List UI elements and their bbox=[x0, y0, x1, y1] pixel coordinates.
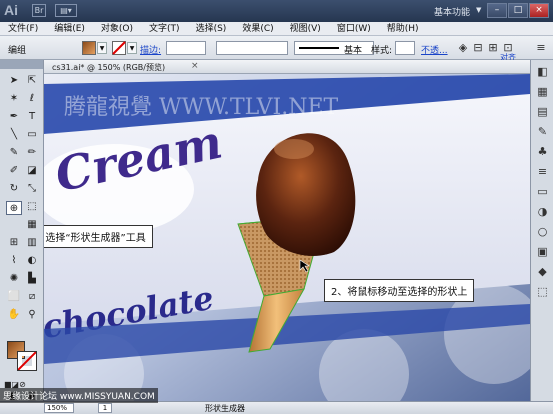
opacity-panel-link[interactable]: 不透... bbox=[421, 43, 448, 56]
layers-panel-icon[interactable]: ◆ bbox=[535, 264, 550, 279]
workspace-caret-icon[interactable]: ▼ bbox=[476, 6, 481, 14]
perspective-grid-tool-icon[interactable]: ▦ bbox=[24, 218, 40, 232]
artboard-tool-icon[interactable]: ⬜ bbox=[6, 290, 22, 304]
menu-file[interactable]: 文件(F) bbox=[0, 22, 46, 35]
menu-bar: 文件(F) 编辑(E) 对象(O) 文字(T) 选择(S) 效果(C) 视图(V… bbox=[0, 22, 553, 36]
graphic-style-field[interactable] bbox=[395, 41, 415, 55]
scale-tool-icon[interactable]: ⤡ bbox=[24, 182, 40, 196]
line-tool-icon[interactable]: ╲ bbox=[6, 128, 22, 142]
artboard-number-field[interactable]: 1 bbox=[98, 403, 112, 413]
no-stroke-icon bbox=[112, 41, 126, 55]
footer-watermark: 思缘设计论坛 www.MISSYUAN.COM bbox=[0, 388, 158, 403]
stroke-style-label: 基本 bbox=[344, 46, 363, 56]
menu-effect[interactable]: 效果(C) bbox=[234, 22, 281, 35]
shape-builder-tool-icon[interactable]: ⊕ bbox=[6, 201, 22, 215]
menu-type[interactable]: 文字(T) bbox=[141, 22, 188, 35]
pencil-tool-icon[interactable]: ✏ bbox=[24, 146, 40, 160]
type-tool-icon[interactable]: T bbox=[24, 110, 40, 124]
gradient-tool-icon[interactable]: ▥ bbox=[24, 236, 40, 250]
app-logo: Ai bbox=[4, 2, 18, 18]
stroke-preview-line bbox=[299, 47, 339, 49]
fill-dropdown-icon[interactable]: ▼ bbox=[97, 42, 107, 54]
bridge-button[interactable]: Br bbox=[32, 4, 46, 17]
document-tab-label: cs31.ai* @ 150% (RGB/预览) bbox=[52, 63, 166, 72]
rectangle-tool-icon[interactable]: ▭ bbox=[24, 128, 40, 142]
variable-width-field[interactable] bbox=[216, 41, 288, 55]
swatches-panel-icon[interactable]: ▤ bbox=[535, 104, 550, 119]
stroke-dropdown-icon[interactable]: ▼ bbox=[127, 42, 137, 54]
menu-view[interactable]: 视图(V) bbox=[282, 22, 329, 35]
magic-wand-tool-icon[interactable]: ✶ bbox=[6, 92, 22, 106]
brushes-panel-icon[interactable]: ✎ bbox=[535, 124, 550, 139]
eraser-tool-icon[interactable]: ◪ bbox=[24, 164, 40, 178]
selection-tool-icon[interactable]: ➤ bbox=[6, 74, 22, 88]
site-watermark: 腾龍視覺 WWW.TLVI.NET bbox=[64, 95, 339, 120]
panel-menu-icon[interactable]: ≡ bbox=[534, 41, 548, 55]
menu-window[interactable]: 窗口(W) bbox=[329, 22, 379, 35]
zoom-tool-icon[interactable]: ⚲ bbox=[24, 308, 40, 322]
maximize-button[interactable]: □ bbox=[508, 3, 528, 18]
artboards-panel-icon[interactable]: ⬚ bbox=[535, 284, 550, 299]
artboard-canvas[interactable]: Cream 腾龍視覺 WWW.TLVI.NET chocolate 1、选择“形… bbox=[44, 74, 530, 401]
callout-step-1: 1、选择“形状生成器”工具 bbox=[44, 225, 153, 248]
symbols-panel-icon[interactable]: ♣ bbox=[535, 144, 550, 159]
close-icon[interactable]: × bbox=[191, 61, 199, 71]
slice-tool-icon[interactable]: ⧄ bbox=[24, 290, 40, 304]
lasso-tool-icon[interactable]: ℓ bbox=[24, 92, 40, 106]
callout-step-2: 2、将鼠标移动至选择的形状上 bbox=[324, 279, 475, 302]
graphic-styles-panel-icon[interactable]: ▣ bbox=[535, 244, 550, 259]
close-button[interactable]: × bbox=[529, 3, 549, 18]
tools-panel: ➤ ⇱ ✶ ℓ ✒ T ╲ ▭ ✎ ✏ ✐ ◪ ↻ ⤡ ⋈ ⬚ ⊕ ▦ ⊞ ▥ … bbox=[0, 60, 44, 402]
gradient-panel-icon[interactable]: ▭ bbox=[535, 184, 550, 199]
color-guide-icon[interactable]: ▦ bbox=[535, 84, 550, 99]
direct-selection-tool-icon[interactable]: ⇱ bbox=[24, 74, 40, 88]
fill-color-swatch[interactable] bbox=[82, 41, 96, 55]
eyedropper-tool-icon[interactable]: ⌇ bbox=[6, 254, 22, 268]
tools-panel-header[interactable] bbox=[0, 60, 43, 69]
title-bar: Ai Br ▤▾ 基本功能 ▼ – □ × bbox=[0, 0, 553, 22]
minimize-button[interactable]: – bbox=[487, 3, 507, 18]
blob-brush-tool-icon[interactable]: ✐ bbox=[6, 164, 22, 178]
recolor-artwork-icon[interactable]: ◈ bbox=[456, 41, 470, 55]
pen-tool-icon[interactable]: ✒ bbox=[6, 110, 22, 124]
color-panel-icon[interactable]: ◧ bbox=[535, 64, 550, 79]
control-bar: 编组 ▼ ▼ 描边: 基本 样式: 不透... ◈ ⊟ ⊞ ⊡ 对齐 ≡ bbox=[0, 36, 553, 62]
blend-tool-icon[interactable]: ◐ bbox=[24, 254, 40, 268]
style-label: 样式: bbox=[371, 46, 393, 56]
mesh-tool-icon[interactable]: ⊞ bbox=[6, 236, 22, 250]
symbol-sprayer-tool-icon[interactable]: ✺ bbox=[6, 272, 22, 286]
stroke-panel-link[interactable]: 描边: bbox=[140, 43, 161, 56]
menu-object[interactable]: 对象(O) bbox=[93, 22, 141, 35]
stroke-weight-field[interactable] bbox=[166, 41, 206, 55]
rotate-tool-icon[interactable]: ↻ bbox=[6, 182, 22, 196]
stroke-none-icon bbox=[18, 352, 36, 370]
stroke-panel-icon[interactable]: ≡ bbox=[535, 164, 550, 179]
menu-help[interactable]: 帮助(H) bbox=[379, 22, 427, 35]
align-objects-icon[interactable]: ⊞ bbox=[486, 41, 500, 55]
menu-edit[interactable]: 编辑(E) bbox=[46, 22, 93, 35]
zoom-level-field[interactable]: 150% bbox=[44, 403, 74, 413]
menu-select[interactable]: 选择(S) bbox=[188, 22, 235, 35]
status-tool-name: 形状生成器 bbox=[205, 404, 245, 413]
workspace-switcher[interactable]: 基本功能 bbox=[434, 5, 470, 18]
hand-tool-icon[interactable]: ✋ bbox=[6, 308, 22, 322]
appearance-panel-icon[interactable]: ○ bbox=[535, 224, 550, 239]
arrange-documents-button[interactable]: ▤▾ bbox=[55, 4, 77, 17]
document-tab[interactable]: cs31.ai* @ 150% (RGB/预览) × bbox=[44, 60, 530, 74]
free-transform-tool-icon[interactable]: ⬚ bbox=[24, 200, 40, 214]
column-graph-tool-icon[interactable]: ▙ bbox=[24, 272, 40, 286]
paintbrush-tool-icon[interactable]: ✎ bbox=[6, 146, 22, 160]
transparency-panel-icon[interactable]: ◑ bbox=[535, 204, 550, 219]
selection-type-label: 编组 bbox=[8, 46, 27, 56]
isolate-group-icon[interactable]: ⊟ bbox=[471, 41, 485, 55]
right-panel-dock: ◧ ▦ ▤ ✎ ♣ ≡ ▭ ◑ ○ ▣ ◆ ⬚ bbox=[530, 60, 553, 401]
